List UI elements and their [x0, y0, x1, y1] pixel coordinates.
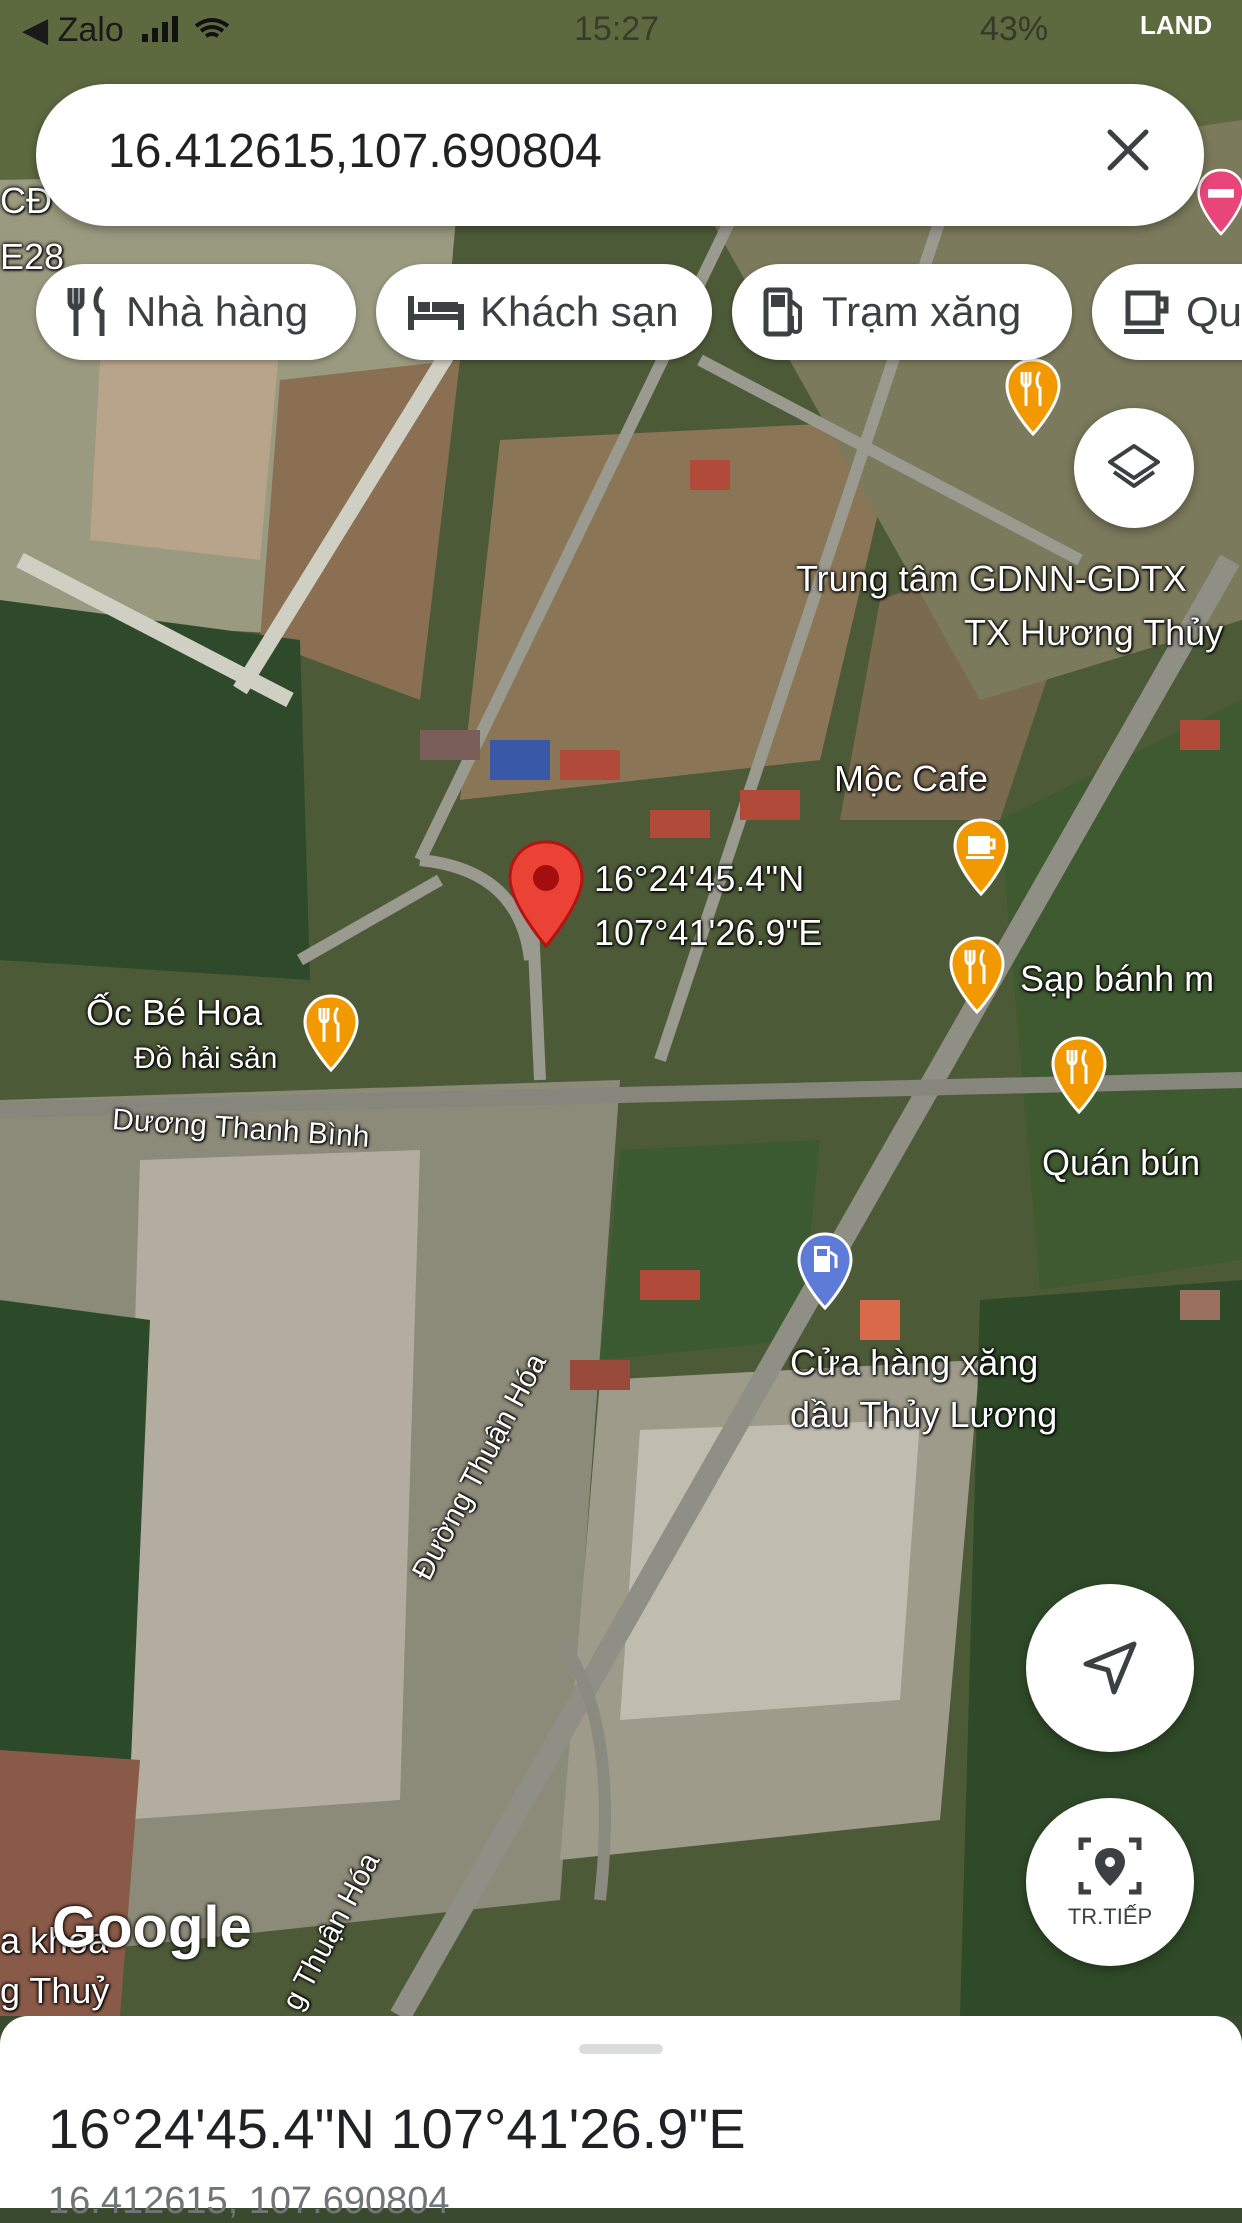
directions-button[interactable] — [1026, 1584, 1194, 1752]
signal-wifi-icons — [140, 14, 240, 53]
pin-lon-label: 107°41'26.9"E — [594, 912, 823, 953]
restaurant-icon — [1051, 1036, 1107, 1115]
close-icon[interactable] — [1098, 120, 1158, 180]
restaurant-icon — [67, 286, 105, 336]
chip-label: Khách sạn — [480, 288, 679, 335]
restaurant-icon — [949, 936, 1005, 1015]
clock: 15:27 — [574, 10, 660, 48]
hotel-icon — [408, 296, 464, 330]
place-label[interactable]: TX Hương Thủy — [964, 612, 1223, 654]
layers-button[interactable] — [1074, 408, 1194, 528]
gas-station-icon — [797, 1232, 853, 1311]
place-label[interactable]: g Thuỷ — [0, 1970, 109, 2012]
chip-gas-stations[interactable]: Trạm xăng — [732, 264, 1072, 360]
restaurant-icon — [1005, 358, 1061, 437]
place-coordinates: 16.412615, 107.690804 — [48, 2180, 450, 2222]
restaurant-poi-marker[interactable] — [1004, 358, 1062, 441]
drag-handle[interactable] — [579, 2044, 663, 2054]
live-view-label: TR.TIẾP — [1067, 1904, 1153, 1929]
place-label[interactable]: Ốc Bé Hoa — [86, 992, 262, 1034]
gas-station-icon — [763, 287, 802, 337]
chip-coffee[interactable]: Qu — [1092, 264, 1242, 360]
place-label[interactable]: Quán bún — [1042, 1142, 1200, 1184]
place-bottom-sheet[interactable]: 16°24'45.4"N 107°41'26.9"E 16.412615, 10… — [0, 2016, 1242, 2222]
place-sublabel: Đồ hải sản — [134, 1042, 278, 1075]
gas-station-poi-marker[interactable] — [796, 1232, 854, 1315]
coffee-cup-icon — [953, 818, 1009, 897]
hotel-poi-marker[interactable] — [1196, 168, 1242, 241]
status-bar: ◀ Zalo 15:27 43% LAND — [0, 0, 1242, 60]
google-watermark: Google — [52, 1895, 252, 1960]
navigation-arrow-icon — [1083, 1641, 1137, 1695]
chip-hotels[interactable]: Khách sạn — [376, 264, 712, 360]
restaurant-poi-marker[interactable] — [948, 936, 1006, 1019]
chip-label: Nhà hàng — [126, 288, 309, 335]
place-label[interactable]: Cửa hàng xăng — [790, 1342, 1038, 1384]
live-location-icon — [1078, 1837, 1142, 1895]
place-label[interactable]: dầu Thủy Lương — [790, 1394, 1057, 1436]
layers-icon — [1108, 444, 1160, 488]
carrier-logo: LAND — [1140, 10, 1213, 40]
signal-icon — [142, 16, 230, 42]
place-label[interactable]: E28 — [0, 236, 64, 278]
dropped-pin-marker[interactable] — [506, 840, 586, 955]
search-query[interactable]: 16.412615,107.690804 — [108, 124, 602, 179]
place-label[interactable]: Sạp bánh m — [1020, 958, 1214, 1000]
hotel-icon — [1197, 168, 1242, 236]
place-label[interactable]: Mộc Cafe — [834, 758, 988, 800]
chip-label: Trạm xăng — [822, 288, 1022, 335]
restaurant-poi-marker[interactable] — [1050, 1036, 1108, 1119]
place-label[interactable]: Trung tâm GDNN-GDTX — [796, 558, 1187, 600]
restaurant-icon — [303, 994, 359, 1073]
battery-percent: 43% — [980, 10, 1049, 48]
pin-lat-label: 16°24'45.4"N — [594, 858, 805, 899]
cafe-poi-marker[interactable] — [952, 818, 1010, 901]
map-pin-icon — [508, 840, 584, 949]
chip-restaurants[interactable]: Nhà hàng — [36, 264, 356, 360]
back-to-app-link[interactable]: ◀ Zalo — [22, 10, 124, 50]
search-bar[interactable]: 16.412615,107.690804 — [36, 84, 1204, 226]
restaurant-poi-marker[interactable] — [302, 994, 360, 1077]
live-view-button[interactable]: TR.TIẾP — [1026, 1798, 1194, 1966]
place-title: 16°24'45.4"N 107°41'26.9"E — [48, 2097, 746, 2160]
chip-label: Qu — [1186, 288, 1242, 335]
coffee-icon — [1124, 290, 1169, 334]
